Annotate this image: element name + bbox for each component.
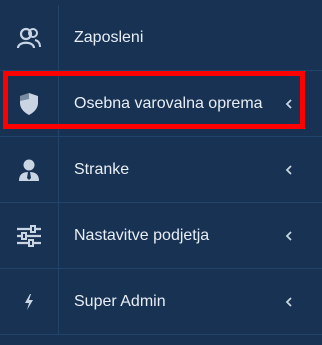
chevron-left-icon bbox=[282, 137, 296, 202]
sidebar-item-label: Zaposleni bbox=[74, 28, 144, 46]
icon-cell bbox=[0, 71, 59, 136]
sidebar-menu: Zaposleni Osebna varovalna oprema Strank… bbox=[0, 0, 322, 345]
user-tie-icon bbox=[19, 158, 39, 182]
chevron-left-icon bbox=[282, 269, 296, 334]
chevron-left-icon bbox=[282, 71, 296, 136]
icon-cell bbox=[0, 203, 59, 268]
sidebar-item-label: Osebna varovalna oprema bbox=[74, 94, 263, 112]
sidebar-item-nastavitve-podjetja[interactable]: Nastavitve podjetja bbox=[0, 203, 322, 269]
sidebar-item-label: Super Admin bbox=[74, 292, 166, 310]
icon-cell bbox=[0, 5, 59, 70]
bolt-icon bbox=[24, 293, 34, 310]
icon-cell bbox=[0, 137, 59, 202]
sidebar-item-zaposleni[interactable]: Zaposleni bbox=[0, 5, 322, 71]
chevron-left-icon bbox=[282, 203, 296, 268]
sidebar-item-stranke[interactable]: Stranke bbox=[0, 137, 322, 203]
users-icon bbox=[16, 26, 42, 50]
icon-cell bbox=[0, 269, 59, 334]
sidebar-item-super-admin[interactable]: Super Admin bbox=[0, 269, 322, 335]
sidebar-item-osebna-varovalna-oprema[interactable]: Osebna varovalna oprema bbox=[0, 71, 322, 137]
sidebar-item-label: Stranke bbox=[74, 160, 130, 178]
shield-icon bbox=[18, 92, 40, 116]
sliders-icon bbox=[16, 224, 42, 247]
sidebar-item-label: Nastavitve podjetja bbox=[74, 226, 210, 244]
